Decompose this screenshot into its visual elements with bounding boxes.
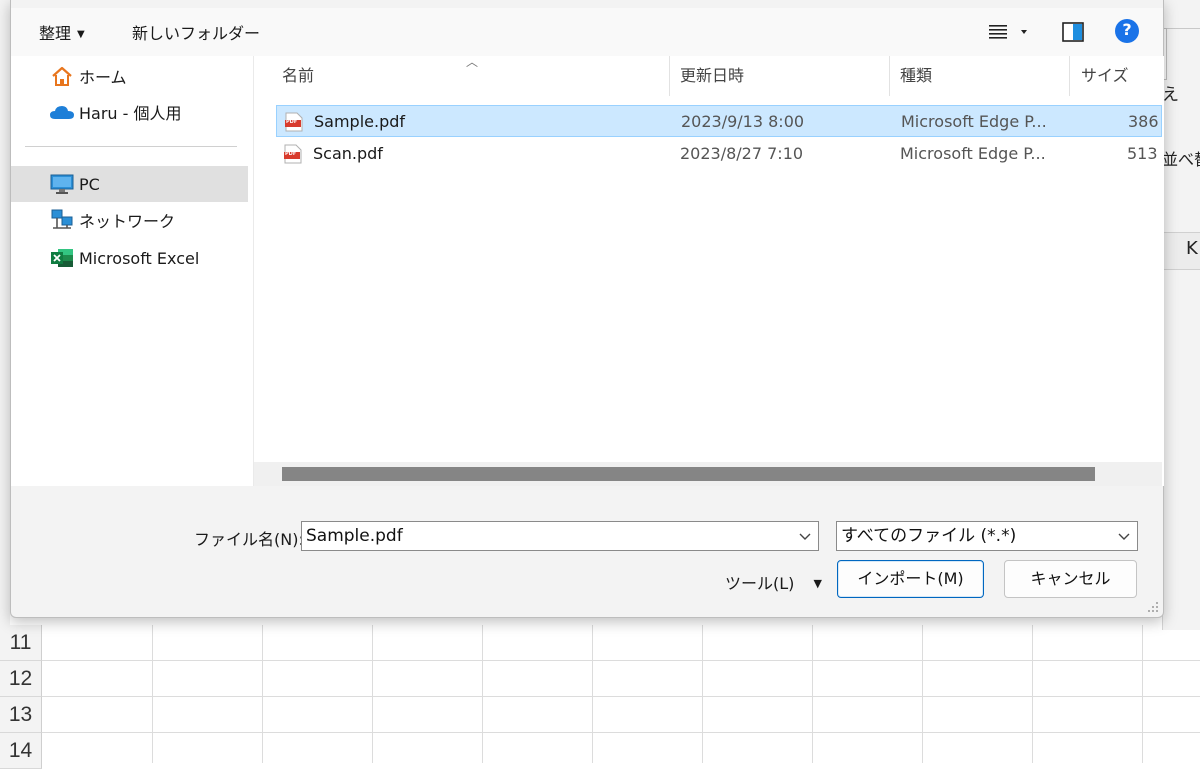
column-separator[interactable] (669, 56, 670, 96)
file-size: 386 (1128, 112, 1159, 131)
column-header-k: K (1186, 238, 1198, 259)
grid-line (152, 625, 153, 763)
file-row-sample-pdf[interactable]: PDF Sample.pdf 2023/9/13 8:00 Microsoft … (276, 105, 1162, 137)
tools-menu-button[interactable]: ツール(L) ▼ (725, 570, 822, 594)
cancel-button[interactable]: キャンセル (1004, 560, 1137, 598)
grid-line (1142, 625, 1143, 763)
nav-item-label: PC (79, 174, 100, 194)
excel-grid: 11 12 13 14 (0, 625, 1200, 769)
filename-input[interactable]: Sample.pdf (301, 521, 819, 551)
file-modified: 2023/8/27 7:10 (680, 144, 804, 163)
home-icon (49, 65, 75, 87)
caret-down-icon: ▼ (813, 577, 822, 590)
row-header-13[interactable]: 13 (0, 697, 42, 733)
organize-label: 整理 (39, 24, 72, 43)
grid-line (42, 660, 1200, 661)
dialog-toolbar: 整理 ▼ 新しいフォルダー ? (11, 8, 1163, 56)
nav-item-excel[interactable]: Microsoft Excel (11, 240, 248, 276)
list-view-icon (989, 25, 1027, 39)
grid-line (482, 625, 483, 763)
sort-ascending-icon: ︿ (466, 55, 479, 69)
help-button[interactable]: ? (1114, 18, 1140, 44)
grid-line (1032, 625, 1033, 763)
column-header-type[interactable]: 種類 (900, 56, 932, 96)
ribbon-fragment-1: え (1162, 85, 1179, 105)
file-row-scan-pdf[interactable]: PDF Scan.pdf 2023/8/27 7:10 Microsoft Ed… (276, 138, 1162, 170)
pc-monitor-icon (49, 173, 75, 195)
nav-item-pc[interactable]: PC (11, 166, 248, 202)
grid-line (372, 625, 373, 763)
filename-value: Sample.pdf (306, 526, 403, 546)
navigation-pane: ホーム Haru - 個人用 PC ネットワーク Microsoft Excel (11, 56, 253, 486)
horizontal-scrollbar[interactable] (254, 462, 1162, 486)
excel-left-strip (0, 0, 10, 630)
network-icon (49, 209, 75, 231)
onedrive-cloud-icon (49, 101, 75, 123)
grid-line (922, 625, 923, 763)
nav-item-home[interactable]: ホーム (11, 58, 248, 94)
nav-item-label: Microsoft Excel (79, 248, 200, 268)
nav-item-label: ホーム (79, 68, 127, 87)
file-list-pane: ︿ 名前 更新日時 種類 サイズ PDF Sample.pdf 2023/9/1… (253, 55, 1164, 486)
row-header-11[interactable]: 11 (0, 625, 42, 661)
grid-line (592, 625, 593, 763)
row-header-12[interactable]: 12 (0, 661, 42, 697)
file-modified: 2023/9/13 8:00 (681, 112, 805, 131)
excel-ribbon-line (1162, 28, 1200, 29)
nav-item-onedrive[interactable]: Haru - 個人用 (11, 94, 248, 130)
ribbon-fragment-sort: 並べ替 (1162, 150, 1200, 169)
grid-line (262, 625, 263, 763)
pdf-badge-text: PDF (286, 119, 298, 125)
file-type: Microsoft Edge P... (901, 112, 1047, 131)
file-open-dialog: 整理 ▼ 新しいフォルダー ? ホーム Haru - 個人用 PC ネットワーク… (10, 0, 1164, 618)
pdf-badge-text: PDF (285, 151, 297, 157)
preview-pane-icon (1062, 22, 1084, 42)
filename-label: ファイル名(N): (194, 530, 304, 549)
grid-line (702, 625, 703, 763)
view-options-button[interactable] (987, 20, 1031, 44)
help-glyph: ? (1122, 20, 1132, 39)
column-header-size[interactable]: サイズ (1081, 56, 1129, 96)
nav-item-label: ネットワーク (79, 212, 176, 231)
chevron-down-icon (1118, 533, 1130, 540)
file-name: Scan.pdf (313, 144, 383, 163)
chevron-down-icon[interactable] (798, 529, 812, 543)
nav-item-network[interactable]: ネットワーク (11, 202, 248, 238)
import-button[interactable]: インポート(M) (837, 560, 984, 598)
grid-line (42, 732, 1200, 733)
row-header-14[interactable]: 14 (0, 733, 42, 769)
grid-line (812, 625, 813, 763)
column-header-modified[interactable]: 更新日時 (680, 56, 744, 96)
column-separator[interactable] (889, 56, 890, 96)
preview-pane-button[interactable] (1061, 20, 1085, 44)
organize-button[interactable]: 整理 ▼ (39, 20, 85, 44)
column-separator[interactable] (1069, 56, 1070, 96)
caret-down-icon: ▼ (77, 29, 85, 40)
scrollbar-thumb[interactable] (282, 467, 1095, 481)
nav-separator (25, 146, 237, 147)
resize-grip-icon[interactable] (1147, 601, 1159, 613)
grid-line (42, 696, 1200, 697)
file-type: Microsoft Edge P... (900, 144, 1046, 163)
nav-item-label: Haru - 個人用 (79, 104, 182, 123)
tools-label: ツール(L) (725, 574, 795, 593)
file-type-filter-select[interactable]: すべてのファイル (*.*) (836, 521, 1138, 551)
file-size: 513 (1127, 144, 1158, 163)
file-name: Sample.pdf (314, 112, 406, 131)
excel-icon (49, 247, 75, 269)
new-folder-button[interactable]: 新しいフォルダー (132, 20, 260, 44)
column-header-name[interactable]: 名前 (282, 56, 314, 96)
file-type-filter-value: すべてのファイル (*.*) (841, 526, 1017, 546)
